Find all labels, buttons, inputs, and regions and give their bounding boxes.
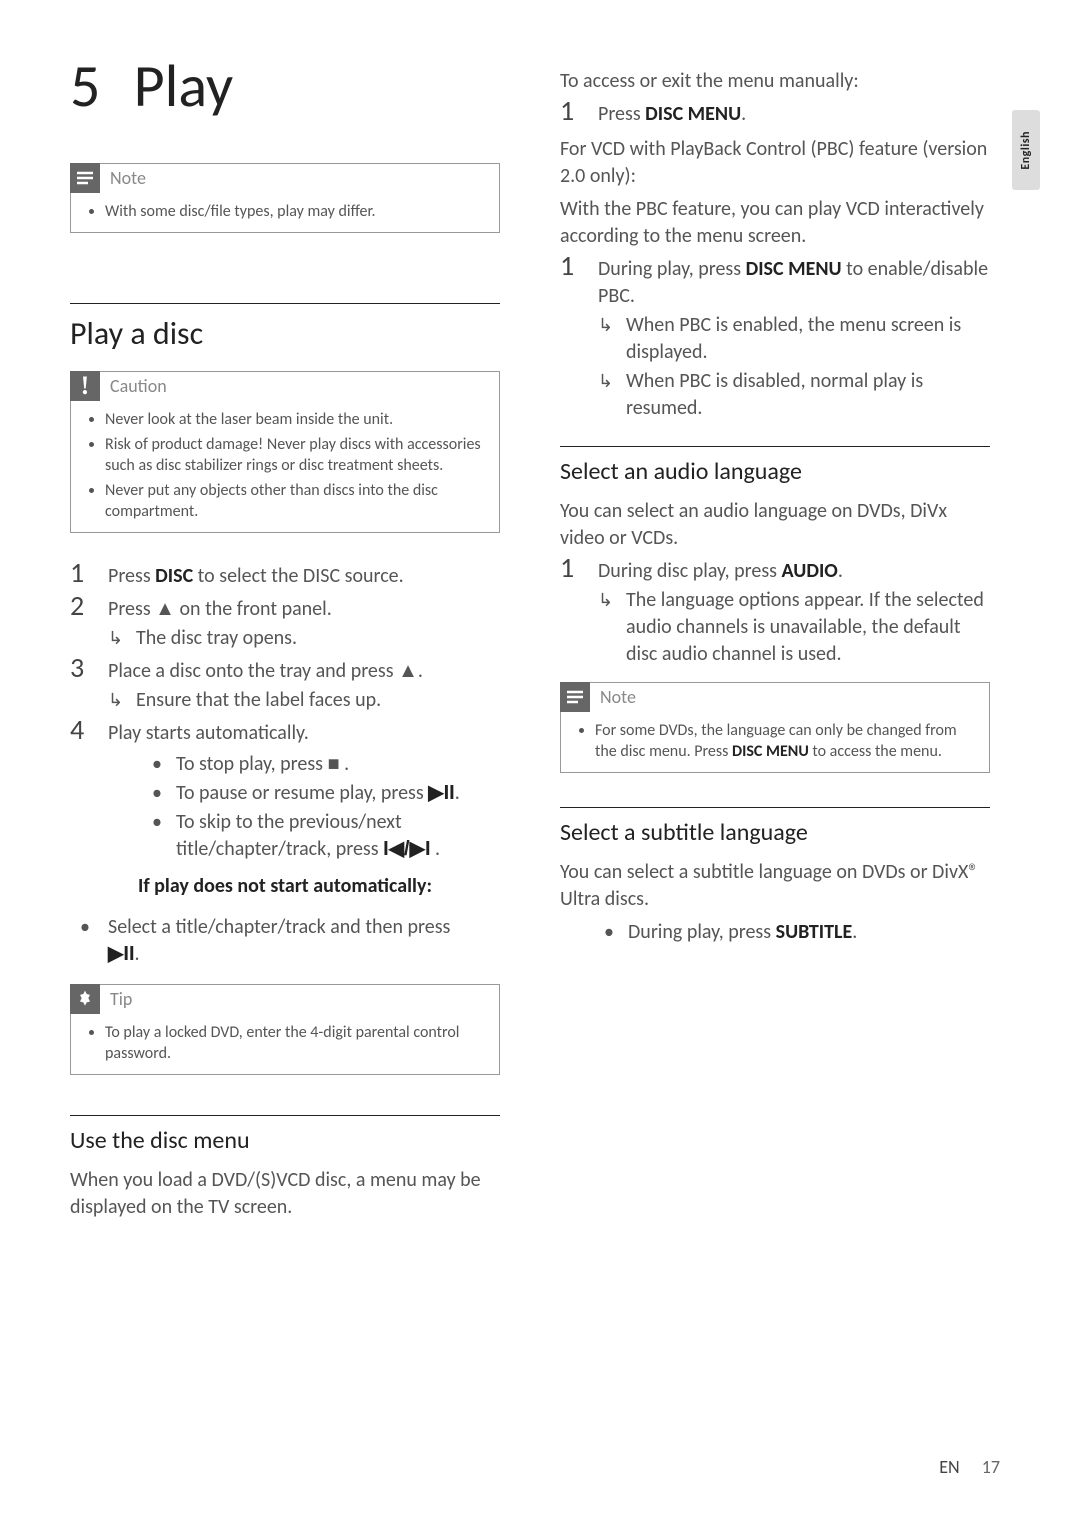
caution-title: Caution [110, 375, 167, 397]
tip-icon [70, 984, 100, 1014]
caution-icon: ! [70, 371, 100, 401]
play-pause-icon: ▶II [108, 943, 135, 965]
right-column: To access or exit the menu manually: Pre… [560, 50, 990, 1227]
audio-note-title: Note [600, 686, 636, 708]
note-box: Note With some disc/file types, play may… [70, 163, 500, 233]
footer-page-number: 17 [982, 1456, 1000, 1478]
manual-menu-heading: To access or exit the menu manually: [560, 68, 990, 95]
caution-item: Risk of product damage! Never play discs… [105, 434, 485, 476]
subsection-disc-menu: Use the disc menu [70, 1115, 500, 1155]
audio-result: The language options appear. If the sele… [598, 587, 990, 668]
vcd-result-enabled: When PBC is enabled, the menu screen is … [598, 312, 990, 366]
footer-language: EN [939, 1456, 959, 1478]
step-4-stop: To stop play, press ■ . [108, 751, 500, 778]
vcd-pbc-intro: With the PBC feature, you can play VCD i… [560, 196, 990, 250]
caution-item: Never put any objects other than discs i… [105, 480, 485, 522]
subsection-audio-language: Select an audio language [560, 446, 990, 486]
stop-icon: ■ [328, 753, 340, 775]
skip-icon: I◀/▶I [383, 838, 430, 860]
eject-icon: ▲ [398, 660, 418, 682]
note-item: With some disc/file types, play may diff… [105, 201, 485, 222]
step-2-result: The disc tray opens. [108, 625, 500, 652]
tip-title: Tip [110, 988, 132, 1010]
if-no-autoplay-list: Select a title/chapter/track and then pr… [70, 914, 500, 968]
note-icon [70, 163, 100, 193]
step-4-skip: To skip to the previous/next title/chapt… [108, 809, 500, 863]
tip-item: To play a locked DVD, enter the 4-digit … [105, 1022, 485, 1064]
eject-icon: ▲ [155, 598, 175, 620]
chapter-heading: 5 Play [70, 50, 500, 123]
audio-step-1: During disc play, press AUDIO. The langu… [560, 558, 990, 668]
section-play-a-disc: Play a disc [70, 303, 500, 353]
step-4: Play starts automatically. To stop play,… [70, 720, 500, 900]
step-2: Press ▲ on the front panel. The disc tra… [70, 596, 500, 652]
subsection-subtitle-language: Select a subtitle language [560, 807, 990, 847]
vcd-result-disabled: When PBC is disabled, normal play is res… [598, 368, 990, 422]
if-no-autoplay-item: Select a title/chapter/track and then pr… [70, 914, 500, 968]
vcd-pbc-heading: For VCD with PlayBack Control (PBC) feat… [560, 136, 990, 190]
page-footer: EN 17 [939, 1456, 1000, 1478]
audio-intro: You can select an audio language on DVDs… [560, 498, 990, 552]
vcd-step-1: During play, press DISC MENU to enable/d… [560, 256, 990, 422]
step-3: Place a disc onto the tray and press ▲. … [70, 658, 500, 714]
chapter-title: Play [134, 50, 234, 123]
if-no-autoplay: If play does not start automatically: [108, 873, 500, 900]
left-column: 5 Play Note Wit [70, 50, 500, 1227]
note-title: Note [110, 167, 146, 189]
play-pause-icon: ▶II [428, 782, 455, 804]
subtitle-intro: You can select a subtitle language on DV… [560, 859, 990, 913]
disc-menu-intro: When you load a DVD/(S)VCD disc, a menu … [70, 1167, 500, 1221]
tip-box: Tip To play a locked DVD, enter the 4-di… [70, 984, 500, 1075]
audio-note-box: Note For some DVDs, the language can onl… [560, 682, 990, 773]
language-tab-label: English [1019, 131, 1033, 170]
language-tab: English [1012, 110, 1040, 190]
note-icon [560, 682, 590, 712]
step-3-result: Ensure that the label faces up. [108, 687, 500, 714]
subtitle-item: During play, press SUBTITLE. [560, 919, 990, 946]
manual-step-1: Press DISC MENU. [560, 101, 990, 128]
audio-note-item: For some DVDs, the language can only be … [595, 720, 975, 762]
chapter-number: 5 [70, 50, 120, 123]
caution-box: ! Caution Never look at the laser beam i… [70, 371, 500, 533]
play-disc-steps: Press DISC to select the DISC source. Pr… [70, 563, 500, 900]
step-4-pause: To pause or resume play, press ▶II. [108, 780, 500, 807]
caution-item: Never look at the laser beam inside the … [105, 409, 485, 430]
step-1: Press DISC to select the DISC source. [70, 563, 500, 590]
